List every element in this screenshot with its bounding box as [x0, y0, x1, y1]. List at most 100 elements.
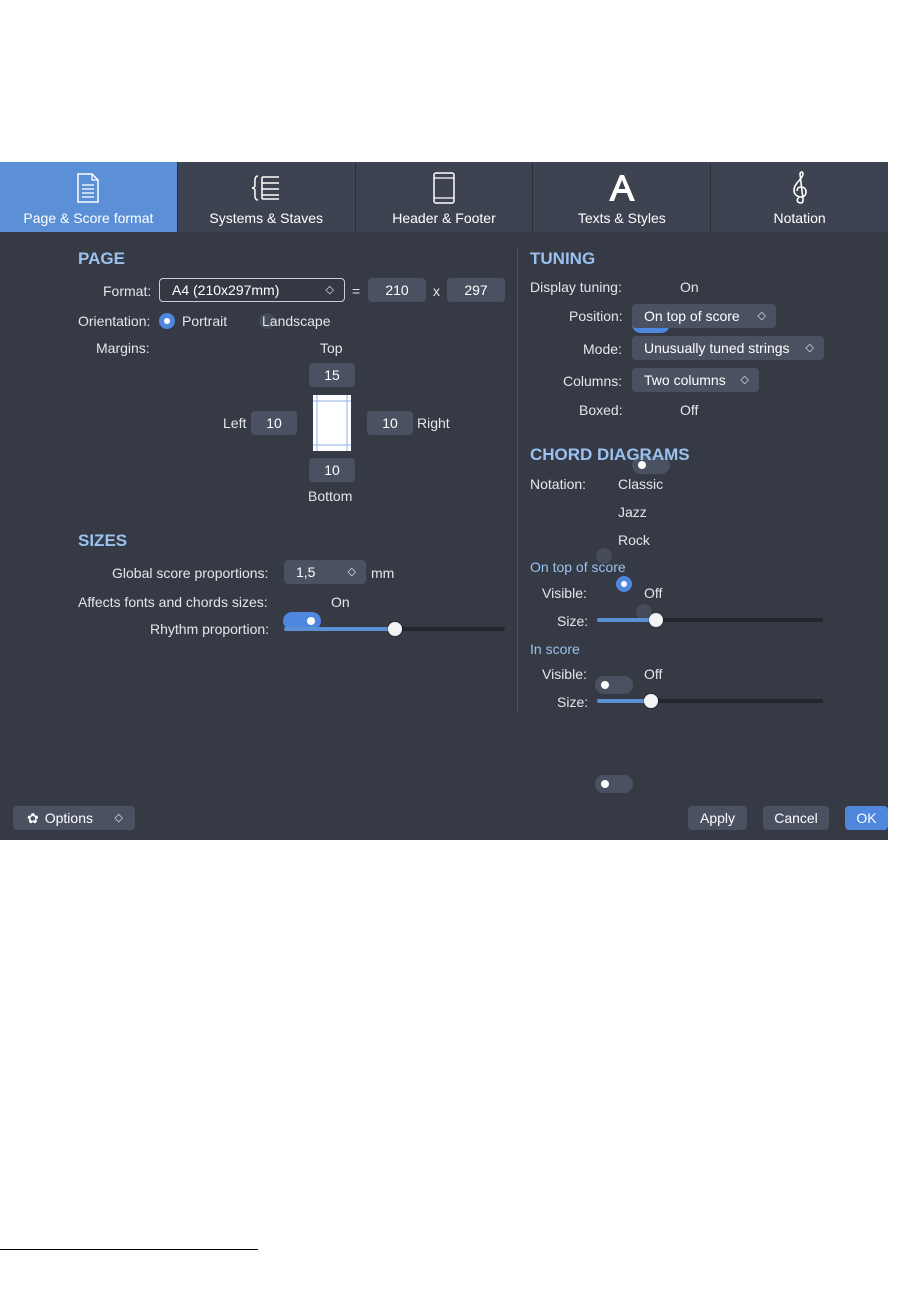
on-top-visible-state: Off	[644, 585, 663, 601]
tab-bar: Page & Score format Systems & Staves Hea…	[0, 162, 888, 232]
margin-right-input[interactable]: 10	[367, 411, 413, 435]
margin-left-input[interactable]: 10	[251, 411, 297, 435]
chord-notation-classic-label: Classic	[618, 476, 664, 492]
chevron-updown-icon: ◇	[740, 374, 749, 386]
format-select[interactable]: A4 (210x297mm) ◇	[159, 278, 345, 302]
options-button[interactable]: ✿ Options ◇	[13, 806, 135, 830]
chevron-updown-icon: ◇	[114, 812, 123, 824]
ok-button[interactable]: OK	[845, 806, 888, 830]
chevron-updown-icon: ◇	[805, 342, 814, 354]
chord-notation-rock-label: Rock	[618, 532, 650, 548]
chevron-updown-icon: ◇	[757, 310, 766, 322]
page-icon	[77, 170, 100, 206]
text-styles-icon	[607, 170, 637, 206]
page-score-format-dialog: Page & Score format Systems & Staves Hea…	[0, 162, 888, 840]
on-top-visible-toggle[interactable]	[595, 676, 633, 694]
apply-button[interactable]: Apply	[688, 806, 747, 830]
cancel-button[interactable]: Cancel	[763, 806, 829, 830]
global-proportions-unit: mm	[371, 565, 395, 581]
tab-label: Page & Score format	[23, 210, 154, 226]
tuning-columns-value: Two columns	[644, 372, 726, 388]
portrait-radio[interactable]	[159, 313, 175, 329]
tuning-boxed-label: Boxed:	[579, 402, 623, 418]
in-score-size-thumb[interactable]	[644, 694, 658, 708]
sizes-section-title: SIZES	[78, 531, 128, 550]
tab-label: Systems & Staves	[209, 210, 323, 226]
page-width-input[interactable]: 210	[368, 278, 426, 302]
tab-label: Notation	[773, 210, 826, 226]
chord-notation-jazz-radio[interactable]	[615, 576, 632, 592]
systems-staves-icon	[251, 170, 281, 206]
rhythm-proportion-label: Rhythm proportion:	[150, 621, 270, 637]
tab-page-score-format[interactable]: Page & Score format	[0, 162, 178, 232]
margin-right-label: Right	[417, 415, 450, 431]
in-score-visible-label: Visible:	[542, 666, 587, 682]
on-top-of-score-title: On top of score	[530, 559, 626, 575]
tuning-position-value: On top of score	[644, 308, 740, 324]
page-margin-preview	[313, 395, 351, 451]
on-top-visible-label: Visible:	[542, 585, 587, 601]
page-height-input[interactable]: 297	[447, 278, 505, 302]
tab-systems-staves[interactable]: Systems & Staves	[178, 162, 356, 232]
orientation-label: Orientation:	[78, 313, 151, 329]
options-label: Options	[44, 810, 93, 826]
chord-diagrams-section-title: CHORD DIAGRAMS	[530, 445, 690, 464]
chevron-updown-icon: ◇	[347, 566, 356, 578]
times-sign: x	[433, 283, 440, 299]
margin-left-label: Left	[223, 415, 247, 431]
format-value: A4 (210x297mm)	[172, 282, 280, 298]
tuning-mode-label: Mode:	[583, 341, 622, 357]
tuning-columns-label: Columns:	[563, 373, 623, 389]
tuning-section-title: TUNING	[530, 249, 596, 268]
margins-label: Margins:	[96, 340, 150, 356]
display-tuning-state: On	[680, 279, 699, 295]
in-score-title: In score	[530, 641, 580, 657]
global-proportions-stepper[interactable]: 1,5 ◇	[284, 560, 366, 584]
header-footer-icon	[433, 170, 455, 206]
rhythm-slider-fill	[284, 627, 395, 631]
chord-notation-jazz-label: Jazz	[618, 504, 647, 520]
tuning-mode-select[interactable]: Unusually tuned strings ◇	[632, 336, 824, 360]
on-top-size-fill	[597, 618, 656, 622]
rhythm-proportion-slider[interactable]	[284, 622, 505, 636]
on-top-size-slider[interactable]	[597, 613, 823, 627]
tuning-position-label: Position:	[569, 308, 623, 324]
tab-texts-styles[interactable]: Texts & Styles	[533, 162, 712, 232]
margin-top-label: Top	[320, 340, 343, 356]
global-proportions-value: 1,5	[296, 564, 316, 580]
treble-clef-icon	[791, 170, 809, 206]
tuning-boxed-state: Off	[680, 402, 699, 418]
equals-sign: =	[352, 283, 361, 299]
margin-bottom-input[interactable]: 10	[309, 458, 355, 482]
page-section-title: PAGE	[78, 249, 125, 268]
format-label: Format:	[103, 283, 152, 299]
tuning-mode-value: Unusually tuned strings	[644, 340, 790, 356]
chevron-updown-icon: ◇	[325, 284, 334, 296]
in-score-size-fill	[597, 699, 651, 703]
portrait-label: Portrait	[182, 313, 228, 329]
landscape-label: Landscape	[262, 313, 331, 329]
rhythm-slider-thumb[interactable]	[388, 622, 402, 636]
tuning-columns-select[interactable]: Two columns ◇	[632, 368, 759, 392]
global-proportions-label: Global score proportions:	[112, 565, 269, 581]
footnote-rule	[0, 1249, 258, 1250]
affects-fonts-state: On	[331, 594, 350, 610]
affects-fonts-label: Affects fonts and chords sizes:	[78, 594, 268, 610]
column-divider	[517, 247, 518, 713]
in-score-size-slider[interactable]	[597, 694, 823, 708]
margin-top-input[interactable]: 15	[309, 363, 355, 387]
tab-label: Texts & Styles	[577, 210, 666, 226]
in-score-visible-toggle[interactable]	[595, 775, 633, 793]
gear-icon: ✿	[27, 810, 39, 826]
tab-label: Header & Footer	[392, 210, 496, 226]
tuning-position-select[interactable]: On top of score ◇	[632, 304, 776, 328]
tab-header-footer[interactable]: Header & Footer	[356, 162, 534, 232]
in-score-size-label: Size:	[557, 694, 589, 710]
display-tuning-label: Display tuning:	[530, 279, 622, 295]
margin-bottom-label: Bottom	[308, 488, 353, 504]
on-top-size-label: Size:	[557, 613, 589, 629]
chord-notation-label: Notation:	[530, 476, 587, 492]
tab-notation[interactable]: Notation	[711, 162, 888, 232]
on-top-size-thumb[interactable]	[649, 613, 663, 627]
in-score-visible-state: Off	[644, 666, 663, 682]
